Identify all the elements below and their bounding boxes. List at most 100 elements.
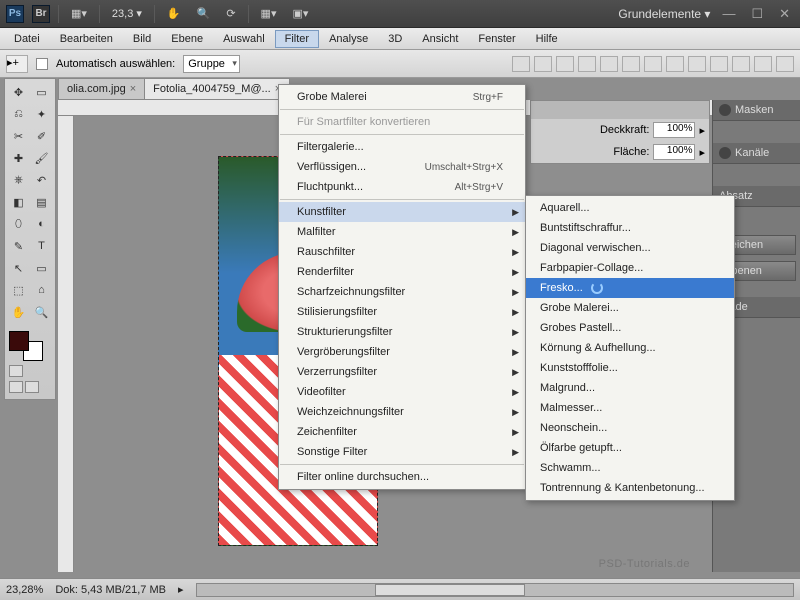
opacity-input[interactable]: 100% [653, 122, 695, 138]
menu-hilfe[interactable]: Hilfe [526, 30, 568, 48]
distribute-icon[interactable] [644, 56, 662, 72]
menu-filter[interactable]: Filter [275, 30, 319, 48]
gradient-tool[interactable]: ▤ [30, 191, 53, 213]
filter-group-weichzeichnung[interactable]: Weichzeichnungsfilter▶ [279, 402, 525, 422]
crop-tool[interactable]: ✂ [7, 125, 30, 147]
maximize-button[interactable]: ☐ [747, 6, 767, 22]
auto-select-checkbox[interactable] [36, 58, 48, 70]
workspace-switcher[interactable]: Grundelemente ▾ [618, 7, 710, 21]
zoom-tool[interactable]: 🔍 [30, 301, 53, 323]
menu-fenster[interactable]: Fenster [468, 30, 525, 48]
menu-datei[interactable]: Datei [4, 30, 50, 48]
menu-bearbeiten[interactable]: Bearbeiten [50, 30, 123, 48]
quickmask-icon[interactable] [9, 365, 23, 377]
filter-group-zeichenfilter[interactable]: Zeichenfilter▶ [279, 422, 525, 442]
dodge-tool[interactable]: ◐ [30, 213, 53, 235]
filter-liquify[interactable]: Verflüssigen...Umschalt+Strg+X [279, 157, 525, 177]
filter-group-strukturierung[interactable]: Strukturierungsfilter▶ [279, 322, 525, 342]
filter-group-scharfzeichnung[interactable]: Scharfzeichnungsfilter▶ [279, 282, 525, 302]
heal-tool[interactable]: ✚ [7, 147, 30, 169]
filter-group-vergroeberung[interactable]: Vergröberungsfilter▶ [279, 342, 525, 362]
close-button[interactable]: ✕ [775, 6, 794, 22]
distribute-icon[interactable] [710, 56, 728, 72]
auto-align-icon[interactable] [776, 56, 794, 72]
screenmode-icon[interactable] [9, 381, 23, 393]
pen-tool[interactable]: ✎ [7, 235, 30, 257]
minimize-button[interactable]: — [718, 6, 739, 21]
submenu-item[interactable]: Körnung & Aufhellung... [526, 338, 734, 358]
distribute-icon[interactable] [754, 56, 772, 72]
eyedropper-tool[interactable]: ✐ [30, 125, 53, 147]
layers-panel[interactable]: Deckkraft:100%▸ Fläche:100%▸ [530, 100, 710, 164]
auto-select-type[interactable]: Gruppe [183, 55, 240, 73]
filter-group-kunstfilter[interactable]: Kunstfilter▶ [279, 202, 525, 222]
3d-camera-tool[interactable]: ⌂ [30, 279, 53, 301]
wand-tool[interactable]: ✦ [30, 103, 53, 125]
filter-group-verzerrung[interactable]: Verzerrungsfilter▶ [279, 362, 525, 382]
scrollbar-horizontal[interactable] [196, 583, 794, 597]
brush-tool[interactable]: 🖌 [30, 147, 53, 169]
menu-3d[interactable]: 3D [378, 30, 412, 48]
align-icon[interactable] [534, 56, 552, 72]
menu-bild[interactable]: Bild [123, 30, 161, 48]
submenu-item[interactable]: Malgrund... [526, 378, 734, 398]
doc-tab[interactable]: olia.com.jpg× [58, 78, 145, 100]
history-icon[interactable]: ▦▾ [67, 5, 91, 22]
filter-group-video[interactable]: Videofilter▶ [279, 382, 525, 402]
close-icon[interactable]: × [130, 83, 136, 95]
submenu-item[interactable]: Malmesser... [526, 398, 734, 418]
align-icon[interactable] [578, 56, 596, 72]
submenu-item[interactable]: Tontrennung & Kantenbetonung... [526, 478, 734, 498]
submenu-item[interactable]: Fresko... [526, 278, 734, 298]
path-tool[interactable]: ↖ [7, 257, 30, 279]
hand-tool-icon[interactable]: ✋ [163, 5, 185, 22]
move-tool-icon[interactable]: ▸+ [6, 55, 28, 73]
filter-last[interactable]: Grobe MalereiStrg+F [279, 87, 525, 107]
3d-tool[interactable]: ⬚ [7, 279, 30, 301]
distribute-icon[interactable] [688, 56, 706, 72]
filter-group-renderfilter[interactable]: Renderfilter▶ [279, 262, 525, 282]
submenu-item[interactable]: Kunststofffolie... [526, 358, 734, 378]
menu-ebene[interactable]: Ebene [161, 30, 213, 48]
align-icon[interactable] [512, 56, 530, 72]
filter-online[interactable]: Filter online durchsuchen... [279, 467, 525, 487]
marquee-tool[interactable]: ▭ [30, 81, 53, 103]
submenu-item[interactable]: Diagonal verwischen... [526, 238, 734, 258]
panel-masken[interactable]: Masken [713, 100, 800, 121]
align-icon[interactable] [556, 56, 574, 72]
zoom-level[interactable]: 23,3 ▾ [108, 7, 146, 20]
submenu-item[interactable]: Grobes Pastell... [526, 318, 734, 338]
move-tool[interactable]: ✥ [7, 81, 30, 103]
filter-group-malfilter[interactable]: Malfilter▶ [279, 222, 525, 242]
doc-tab[interactable]: Fotolia_4004759_M@...× [144, 78, 290, 100]
type-tool[interactable]: T [30, 235, 53, 257]
distribute-icon[interactable] [666, 56, 684, 72]
screen-mode-icon[interactable]: ▣▾ [288, 5, 312, 22]
lasso-tool[interactable]: ⎌ [7, 103, 30, 125]
panel-kanale[interactable]: Kanäle [713, 143, 800, 164]
hand-tool[interactable]: ✋ [7, 301, 30, 323]
submenu-item[interactable]: Aquarell... [526, 198, 734, 218]
distribute-icon[interactable] [732, 56, 750, 72]
fill-input[interactable]: 100% [653, 144, 695, 160]
submenu-item[interactable]: Neonschein... [526, 418, 734, 438]
screenmode-icon[interactable] [25, 381, 39, 393]
bridge-icon[interactable]: Br [32, 5, 50, 23]
filter-group-sonstige[interactable]: Sonstige Filter▶ [279, 442, 525, 462]
history-brush-tool[interactable]: ↶ [30, 169, 53, 191]
filter-group-rauschfilter[interactable]: Rauschfilter▶ [279, 242, 525, 262]
submenu-item[interactable]: Ölfarbe getupft... [526, 438, 734, 458]
filter-group-stilisierung[interactable]: Stilisierungsfilter▶ [279, 302, 525, 322]
color-swatches[interactable] [9, 331, 43, 361]
filter-vanishing[interactable]: Fluchtpunkt...Alt+Strg+V [279, 177, 525, 197]
submenu-item[interactable]: Grobe Malerei... [526, 298, 734, 318]
menu-analyse[interactable]: Analyse [319, 30, 378, 48]
submenu-item[interactable]: Farbpapier-Collage... [526, 258, 734, 278]
submenu-item[interactable]: Buntstiftschraffur... [526, 218, 734, 238]
align-icon[interactable] [622, 56, 640, 72]
shape-tool[interactable]: ▭ [30, 257, 53, 279]
submenu-item[interactable]: Schwamm... [526, 458, 734, 478]
menu-auswahl[interactable]: Auswahl [213, 30, 275, 48]
filter-gallery[interactable]: Filtergalerie... [279, 137, 525, 157]
blur-tool[interactable]: ⬯ [7, 213, 30, 235]
